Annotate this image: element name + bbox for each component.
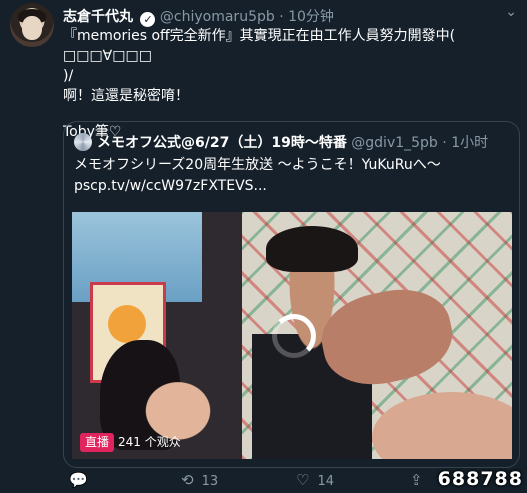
quote-header: メモオフ公式@6/27（土）19時～特番 @gdiv1_5pb · 1小时 [74, 132, 488, 152]
quote-author-name[interactable]: メモオフ公式@6/27（土）19時～特番 [97, 135, 347, 151]
tweet-header: 志倉千代丸 ✓ @chiyomaru5pb · 10分钟 [63, 6, 334, 27]
quote-author-handle[interactable]: @gdiv1_5pb [351, 135, 438, 151]
quote-text: メモオフシリーズ20周年生放送 ～ようこそ！YuKuRuへ～ pscp.tv/w… [74, 155, 509, 197]
watermark: 688788 [437, 468, 523, 490]
verified-icon: ✓ [140, 12, 156, 27]
retweet-button[interactable]: ⟲ 13 [181, 469, 218, 491]
quote-time[interactable]: 1小时 [451, 135, 488, 151]
video-person-hair [266, 226, 358, 272]
tweet-card: 志倉千代丸 ✓ @chiyomaru5pb · 10分钟 ⌄ 『memories… [0, 0, 527, 493]
reply-icon: 💬 [69, 471, 88, 489]
avatar-face [22, 16, 42, 40]
like-button[interactable]: ♡ 14 [296, 469, 334, 491]
tweet-line: 『memories off完全新作』其實現正在由工作人員努力開發中( □□□∀□… [63, 28, 456, 64]
tweet-time[interactable]: 10分钟 [288, 9, 334, 25]
author-name[interactable]: 志倉千代丸 [63, 9, 133, 25]
viewer-count: 241 个观众 [118, 435, 181, 449]
chevron-down-icon[interactable]: ⌄ [505, 4, 517, 20]
tweet-line: 啊！這還是秘密唷！ [63, 88, 189, 104]
heart-icon: ♡ [296, 471, 310, 489]
reply-button[interactable]: 💬 [69, 469, 96, 491]
retweet-icon: ⟲ [181, 471, 194, 489]
retweet-count: 13 [201, 474, 219, 489]
tweet-line-blank [63, 106, 518, 122]
author-avatar[interactable] [10, 3, 54, 47]
tweet-line: )/ [63, 68, 74, 84]
separator-dot: · [279, 9, 284, 25]
separator-dot: · [442, 135, 447, 151]
share-button[interactable]: ⇪ [410, 469, 431, 491]
quoted-tweet[interactable]: メモオフ公式@6/27（土）19時～特番 @gdiv1_5pb · 1小时 メモ… [63, 121, 520, 468]
author-handle[interactable]: @chiyomaru5pb [160, 9, 275, 25]
share-icon: ⇪ [410, 471, 423, 489]
live-video-player[interactable]: 直播 241 个观众 [72, 212, 512, 459]
like-count: 14 [317, 474, 334, 489]
quote-avatar[interactable] [74, 133, 92, 151]
live-badge: 直播 [80, 433, 115, 452]
quote-link[interactable]: pscp.tv/w/ccW97zFXTEVS... [74, 176, 509, 197]
quote-text-line: メモオフシリーズ20周年生放送 ～ようこそ！YuKuRuへ～ [74, 157, 441, 173]
loading-spinner-icon [272, 314, 316, 358]
